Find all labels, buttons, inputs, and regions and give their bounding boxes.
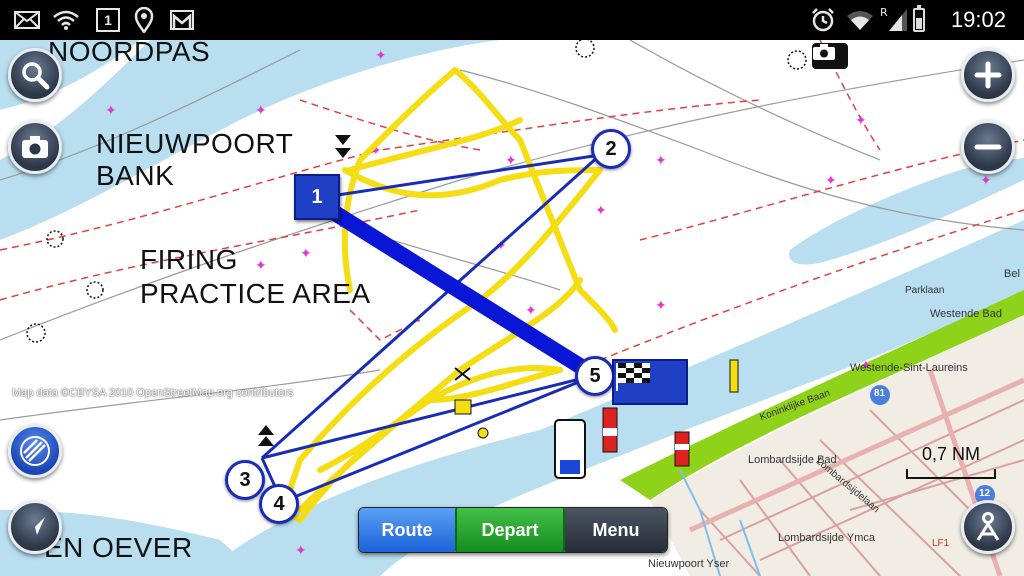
location-icon [134, 6, 154, 34]
map-layers-icon [20, 436, 50, 466]
navigate-button[interactable] [8, 500, 62, 554]
person-icon [976, 512, 1000, 541]
finish-flag-marker[interactable] [612, 359, 688, 405]
battery-icon [913, 5, 925, 32]
svg-text:✦: ✦ [825, 173, 837, 189]
nautical-chart-map[interactable]: ✦✦✦ ✦✦✦ ✦✦✦ ✦✦✦ ✦✦✦ ✦✦✦ [0, 40, 1024, 576]
label-lf1: LF1 [932, 538, 950, 549]
zoom-out-button[interactable] [961, 120, 1015, 174]
label-firing: FIRING [140, 244, 238, 275]
checkered-flag-icon [616, 363, 650, 391]
layers-button[interactable] [8, 424, 62, 478]
waypoint-2[interactable]: 2 [591, 129, 631, 169]
waypoint-5[interactable]: 5 [575, 356, 615, 396]
minus-icon [974, 144, 1002, 150]
camera-icon [22, 136, 48, 158]
svg-text:✦: ✦ [300, 246, 312, 262]
gmail-icon [170, 6, 194, 34]
cell-signal-icon [888, 6, 908, 34]
zoom-in-button[interactable] [961, 48, 1015, 102]
waypoint-3[interactable]: 3 [225, 460, 265, 500]
svg-text:✦: ✦ [105, 103, 117, 119]
map-credit: Map data ©CBYSA 2010 OpenStreetMap.org c… [12, 387, 294, 399]
label-lombardsijde-ymca: Lombardsijde Ymca [778, 532, 876, 544]
label-sint-laureins: Westende-Sint-Laureins [850, 362, 968, 374]
svg-text:✦: ✦ [855, 113, 867, 129]
search-button[interactable] [8, 48, 62, 102]
label-noordpas: NOORDPAS [48, 40, 211, 67]
search-icon [22, 62, 50, 90]
menu-button[interactable]: Menu [565, 508, 667, 552]
label-nieuwpoort: NIEUWPOORT [96, 128, 294, 159]
navigation-arrow-icon [25, 517, 45, 537]
svg-text:✦: ✦ [655, 298, 667, 314]
calendar-icon: 1 [96, 8, 120, 32]
bottom-action-bar: Route Depart Menu [358, 507, 668, 553]
roaming-indicator: R [880, 5, 888, 19]
route-button[interactable]: Route [359, 508, 455, 552]
svg-text:✦: ✦ [255, 258, 267, 274]
svg-text:✦: ✦ [255, 103, 267, 119]
mail-icon [14, 6, 40, 34]
road-badge-12: 12 [979, 488, 991, 499]
camera-button[interactable] [8, 120, 62, 174]
waypoint-start[interactable]: 1 [294, 174, 340, 220]
svg-text:✦: ✦ [595, 203, 607, 219]
svg-text:✦: ✦ [655, 153, 667, 169]
person-button[interactable] [961, 500, 1015, 554]
road-badge-81: 81 [874, 388, 886, 399]
label-bank: BANK [96, 160, 175, 191]
label-westende-bad: Westende Bad [930, 308, 1002, 320]
label-parklaan: Parklaan [905, 285, 945, 296]
photo-marker-icon[interactable] [812, 43, 848, 69]
alarm-icon [810, 6, 836, 34]
svg-text:✦: ✦ [525, 303, 537, 319]
map-scale: 0,7 NM [906, 444, 996, 479]
scale-bar [906, 469, 996, 479]
plus-icon [974, 61, 1002, 89]
status-bar: 1 R 19:02 [0, 0, 1024, 40]
svg-text:✦: ✦ [295, 543, 307, 559]
label-bel: Bel [1004, 268, 1020, 280]
wifi-signal-icon [846, 6, 874, 34]
label-oever: EN OEVER [44, 532, 193, 563]
depart-button[interactable]: Depart [455, 508, 565, 552]
svg-text:✦: ✦ [375, 48, 387, 64]
wifi-icon [52, 6, 80, 34]
scale-label: 0,7 NM [921, 444, 981, 464]
label-practice-area: PRACTICE AREA [140, 278, 371, 309]
waypoint-4[interactable]: 4 [259, 484, 299, 524]
svg-text:✦: ✦ [980, 173, 992, 189]
label-nieuwpoort: Nieuwpoort Yser [648, 558, 730, 570]
clock: 19:02 [950, 7, 1006, 32]
